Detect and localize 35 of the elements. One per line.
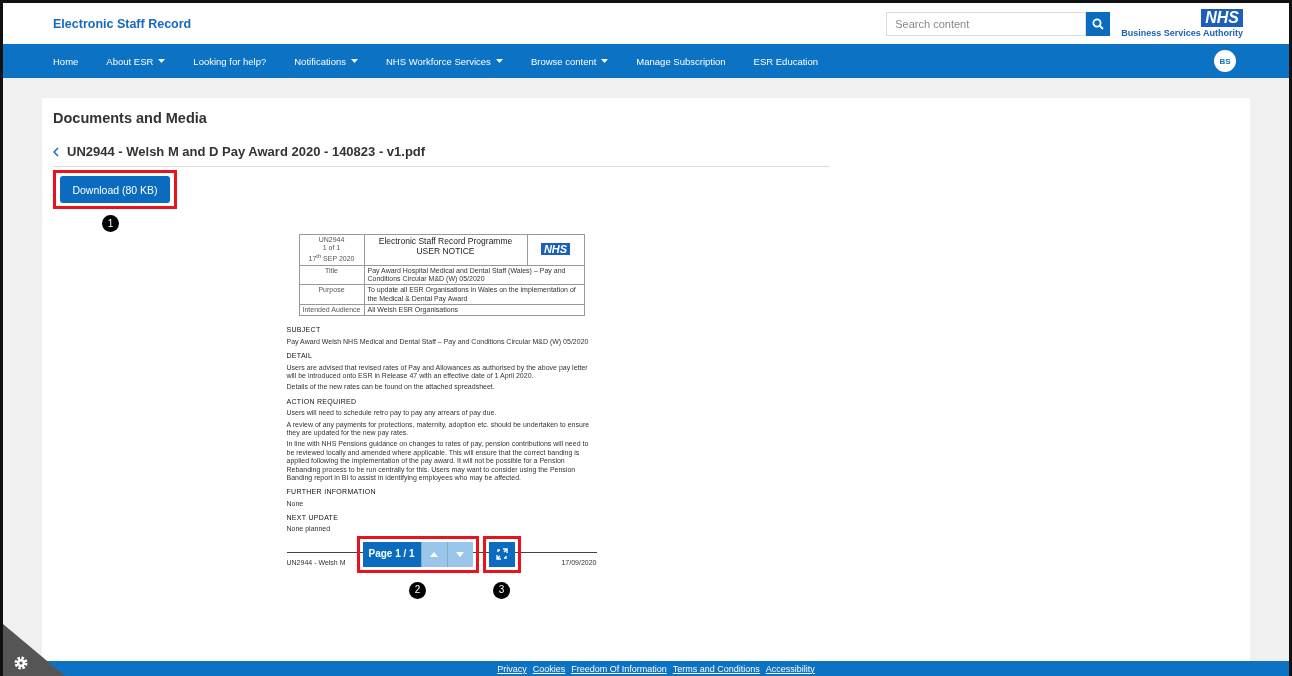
callout-badge: 1 xyxy=(102,215,119,232)
search-field[interactable]: Search content xyxy=(886,11,1087,36)
nav-item[interactable]: Looking for help? xyxy=(193,55,267,67)
nhs-logo: NHS xyxy=(540,243,571,256)
footer-link[interactable]: Freedom Of Information xyxy=(571,663,667,674)
footer-link[interactable]: Privacy xyxy=(497,663,527,674)
callout-badge: 2 xyxy=(409,581,427,599)
nav-item[interactable]: Manage Subscription xyxy=(636,55,726,67)
footer-link[interactable]: Cookies xyxy=(532,663,566,674)
page-heading: Documents and Media xyxy=(53,110,208,126)
logo-subtitle: Business Services Authority xyxy=(1121,28,1243,38)
fullscreen-button[interactable] xyxy=(488,541,515,567)
nav-item[interactable]: NHS Workforce Services xyxy=(386,55,503,67)
nav-item[interactable]: Notifications xyxy=(294,55,358,67)
footer-link[interactable]: Accessibility xyxy=(765,663,815,674)
search-button[interactable] xyxy=(1086,11,1111,36)
nhs-logo: NHS xyxy=(1201,9,1243,27)
footer-link[interactable]: Terms and Conditions xyxy=(672,663,760,674)
caret-up-icon xyxy=(430,551,439,557)
file-title: UN2944 - Welsh M and D Pay Award 2020 - 140823 - v1.pdf xyxy=(67,144,426,159)
download-button[interactable]: Download (80 KB) xyxy=(60,176,170,203)
callout-badge: 3 xyxy=(493,581,511,599)
page-indicator: Page 1 / 1 xyxy=(362,541,421,567)
settings-icon[interactable] xyxy=(3,624,65,676)
nav-item[interactable]: Browse content xyxy=(530,55,609,67)
back-icon[interactable] xyxy=(53,146,59,157)
search-icon xyxy=(1092,17,1105,30)
notice-heading: Electronic Staff Record Programme USER NOTICE xyxy=(364,234,527,265)
nav-item[interactable]: About ESR xyxy=(106,55,166,67)
nav-item[interactable]: Home xyxy=(53,55,79,67)
caret-down-icon xyxy=(456,551,465,557)
user-avatar[interactable]: BS xyxy=(1214,50,1236,72)
fullscreen-icon xyxy=(495,548,508,561)
nav-item[interactable]: ESR Education xyxy=(753,55,819,67)
site-title[interactable]: Electronic Staff Record xyxy=(53,16,887,31)
